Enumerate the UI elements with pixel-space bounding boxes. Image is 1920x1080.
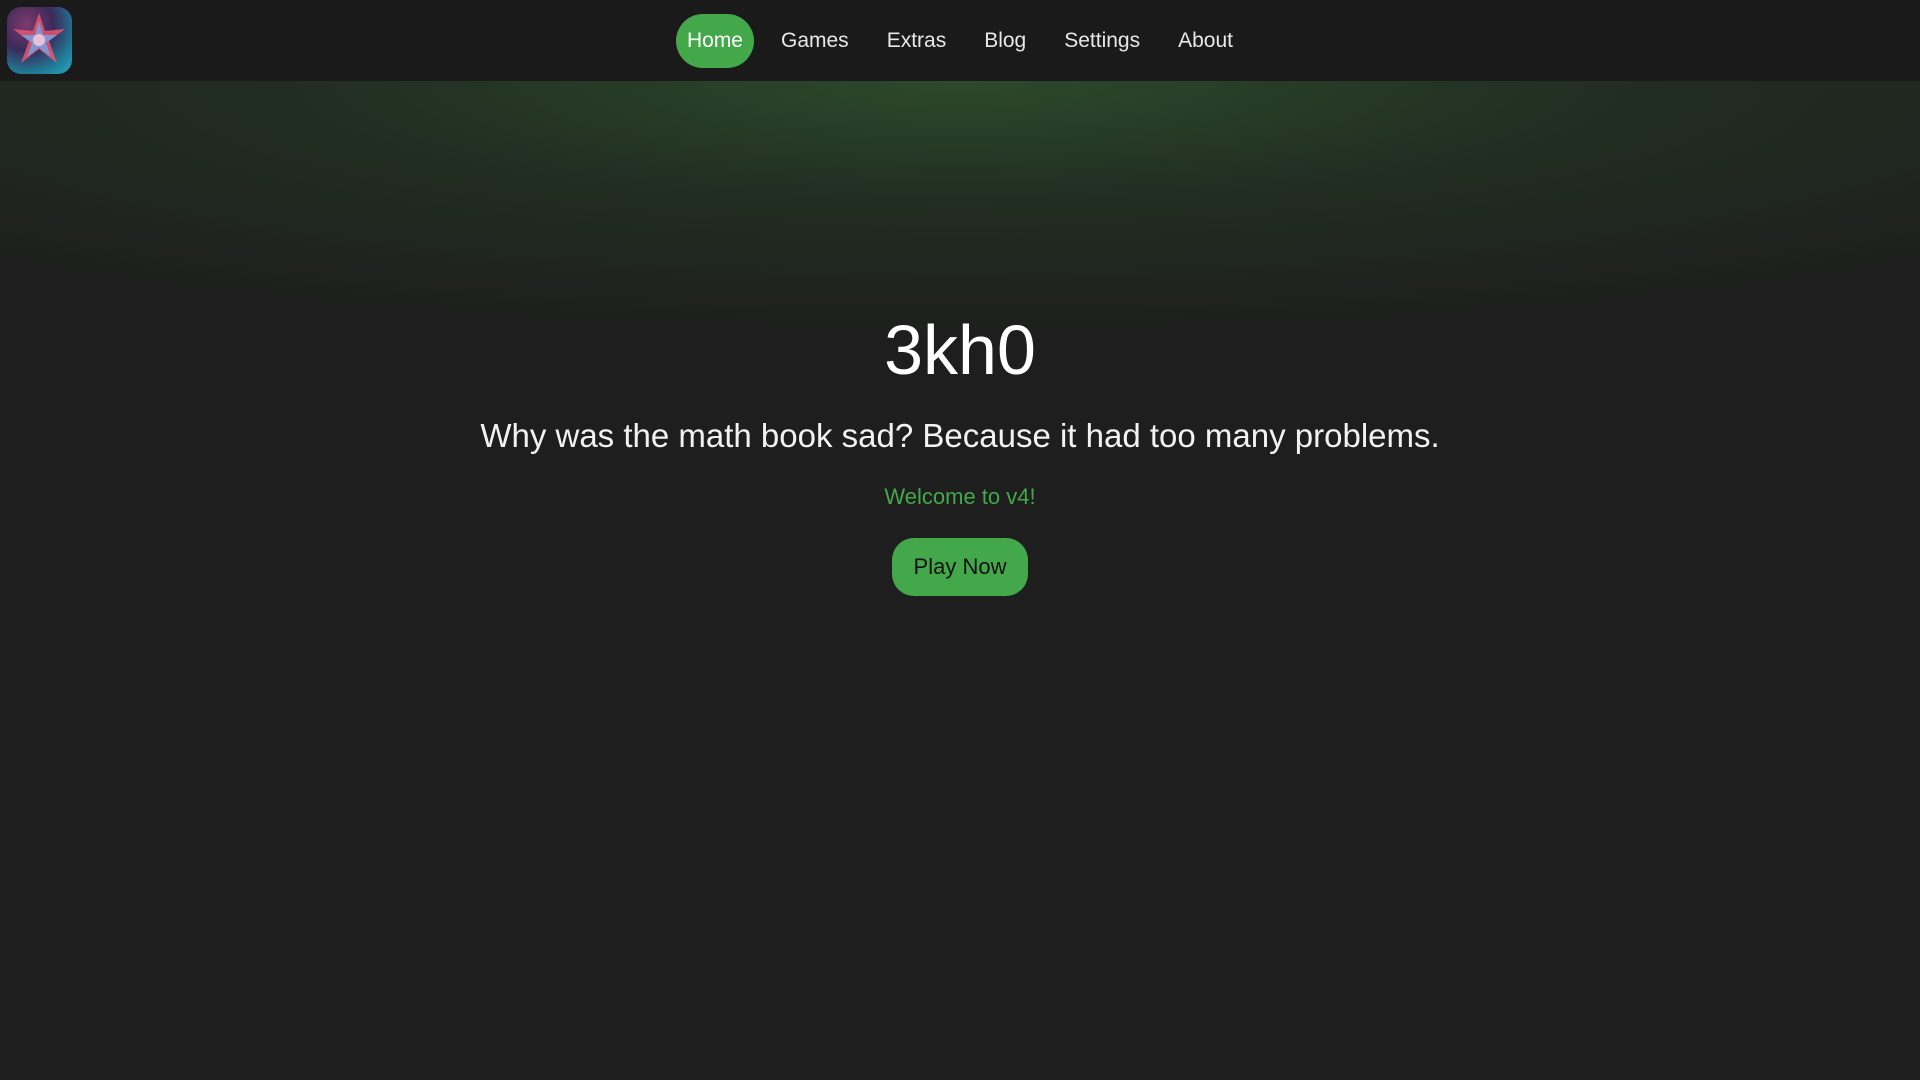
nav-settings[interactable]: Settings — [1053, 14, 1151, 68]
nav-home[interactable]: Home — [675, 13, 754, 68]
play-button-container: Play Now — [0, 538, 1920, 596]
joke-subtitle: Why was the math book sad? Because it ha… — [480, 417, 1440, 454]
nav-extras[interactable]: Extras — [876, 14, 958, 68]
page-title: 3kh0 — [884, 311, 1036, 389]
welcome-message: Welcome to v4! — [884, 484, 1036, 509]
nav-about[interactable]: About — [1167, 14, 1244, 68]
nav-games[interactable]: Games — [770, 14, 860, 68]
top-navigation-bar: Home Games Extras Blog Settings About — [0, 0, 1920, 81]
main-nav: Home Games Extras Blog Settings About — [0, 0, 1920, 81]
nav-blog[interactable]: Blog — [973, 14, 1037, 68]
play-now-button[interactable]: Play Now — [891, 538, 1029, 596]
hero-glow — [0, 81, 1920, 341]
